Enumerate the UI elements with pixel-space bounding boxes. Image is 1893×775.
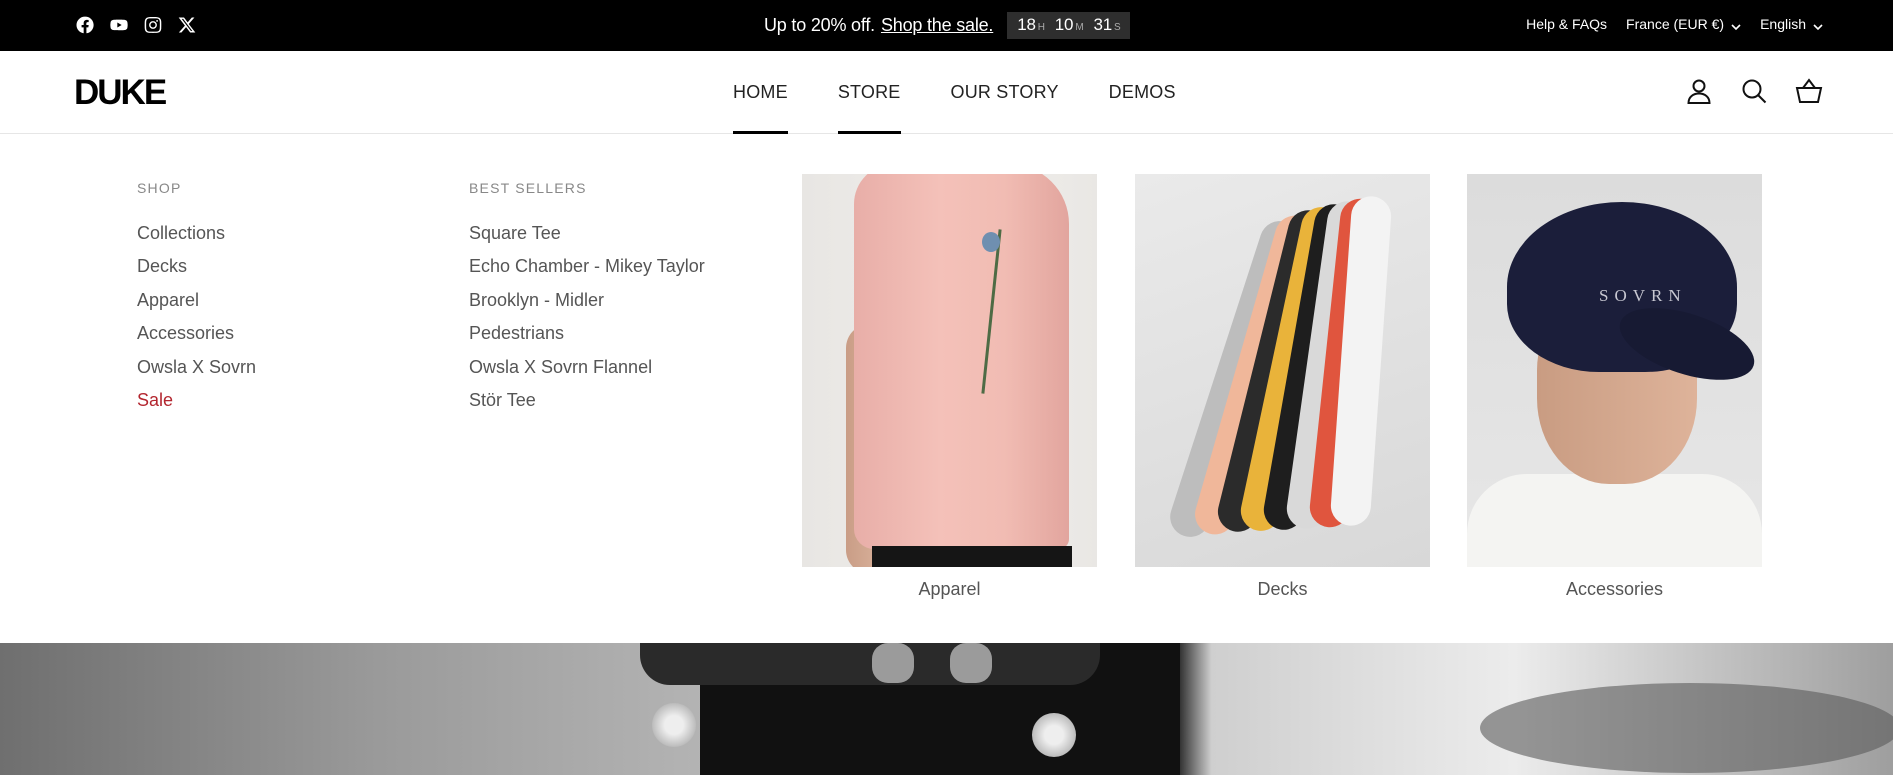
cap-logo-text: SOVRN [1599, 286, 1687, 305]
nav-demos[interactable]: DEMOS [1109, 51, 1176, 134]
x-icon[interactable] [177, 15, 197, 35]
shop-column: SHOP Collections Decks Apparel Accessori… [137, 180, 256, 417]
logo[interactable]: DUKE [74, 73, 167, 113]
countdown-label: M [1075, 22, 1084, 33]
best-sellers-column: BEST SELLERS Square Tee Echo Chamber - M… [469, 180, 705, 417]
currency-selector[interactable]: France (EUR €) [1626, 16, 1741, 32]
instagram-icon[interactable] [143, 15, 163, 35]
menu-link-owsla-x-sovrn[interactable]: Owsla X Sovrn [137, 351, 256, 384]
social-links [75, 15, 197, 35]
countdown-value: 31 [1093, 15, 1112, 34]
column-heading: BEST SELLERS [469, 180, 587, 196]
menu-link-echo-chamber[interactable]: Echo Chamber - Mikey Taylor [469, 250, 705, 283]
facebook-icon[interactable] [75, 15, 95, 35]
countdown-seconds: 31 S [1093, 15, 1120, 35]
menu-link-collections[interactable]: Collections [137, 217, 256, 250]
decks-card[interactable]: Decks [1135, 174, 1430, 600]
main-nav: HOME STORE OUR STORY DEMOS [733, 51, 1176, 134]
apparel-card[interactable]: Apparel [802, 174, 1097, 600]
hero-image [0, 643, 1893, 775]
menu-link-stor-tee[interactable]: Stör Tee [469, 384, 705, 417]
language-selector[interactable]: English [1760, 16, 1823, 32]
countdown-timer: 18 H 10 M 31 S [1007, 11, 1131, 39]
decks-image [1135, 174, 1430, 567]
card-caption: Decks [1257, 579, 1308, 599]
nav-our-story[interactable]: OUR STORY [951, 51, 1059, 134]
countdown-minutes: 10 M [1055, 15, 1084, 35]
top-links: Help & FAQs France (EUR €) English [1526, 16, 1823, 32]
youtube-icon[interactable] [109, 15, 129, 35]
card-caption: Accessories [1565, 579, 1664, 599]
sale-announcement: Up to 20% off. Shop the sale. 18 H 10 M … [764, 11, 1131, 39]
shop-sale-link[interactable]: Shop the sale. [881, 15, 993, 36]
accessories-card[interactable]: SOVRN Accessories [1467, 174, 1762, 600]
countdown-value: 10 [1054, 15, 1074, 34]
menu-link-pedestrians[interactable]: Pedestrians [469, 317, 705, 350]
menu-link-sale[interactable]: Sale [137, 384, 256, 417]
menu-link-square-tee[interactable]: Square Tee [469, 217, 705, 250]
search-icon[interactable] [1740, 77, 1768, 105]
countdown-label: S [1113, 22, 1121, 33]
language-label: English [1760, 16, 1806, 32]
countdown-hours: 18 H [1017, 15, 1045, 35]
store-mega-menu: SHOP Collections Decks Apparel Accessori… [0, 134, 1893, 643]
apparel-image [802, 174, 1097, 567]
menu-link-apparel[interactable]: Apparel [137, 284, 256, 317]
nav-home[interactable]: HOME [733, 51, 788, 134]
site-header: DUKE HOME STORE OUR STORY DEMOS [0, 51, 1893, 134]
card-caption: Apparel [918, 579, 981, 599]
announcement-bar: Up to 20% off. Shop the sale. 18 H 10 M … [0, 0, 1893, 51]
accessories-image: SOVRN [1467, 174, 1762, 567]
countdown-value: 18 [1017, 15, 1036, 34]
announcement-text: Up to 20% off. [764, 14, 875, 35]
chevron-down-icon [1731, 19, 1741, 31]
chevron-down-icon [1813, 19, 1823, 31]
currency-label: France (EUR €) [1626, 16, 1725, 32]
basket-icon[interactable] [1795, 77, 1823, 105]
nav-store[interactable]: STORE [837, 51, 901, 134]
menu-link-accessories[interactable]: Accessories [137, 317, 256, 350]
account-icon[interactable] [1685, 77, 1713, 105]
menu-link-owsla-flannel[interactable]: Owsla X Sovrn Flannel [469, 351, 705, 384]
countdown-label: H [1037, 22, 1045, 33]
help-faqs-link[interactable]: Help & FAQs [1526, 16, 1607, 32]
menu-link-decks[interactable]: Decks [137, 250, 256, 283]
header-icons [1685, 77, 1823, 105]
column-heading: SHOP [137, 180, 182, 196]
menu-link-brooklyn-midler[interactable]: Brooklyn - Midler [469, 284, 705, 317]
